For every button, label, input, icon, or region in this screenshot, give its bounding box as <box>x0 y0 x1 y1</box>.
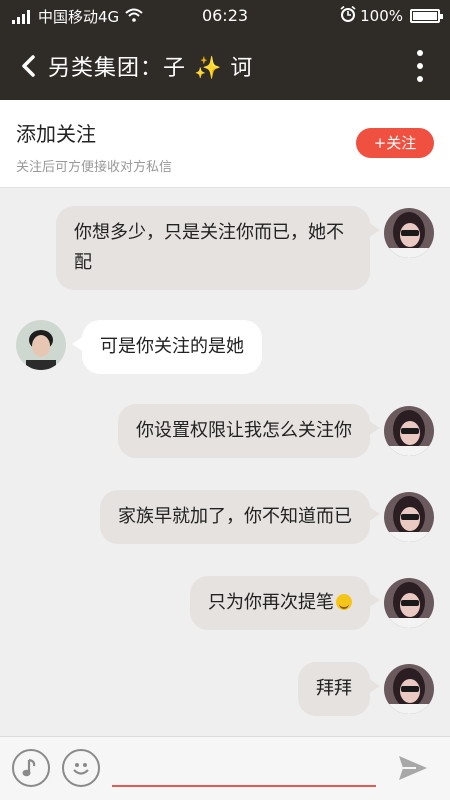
more-vertical-icon <box>417 50 423 82</box>
message-bubble[interactable]: 拜拜 <box>298 662 380 716</box>
message-bubble[interactable]: 你设置权限让我怎么关注你 <box>118 404 380 458</box>
battery-fill <box>413 12 437 20</box>
input-bar <box>0 736 450 800</box>
follow-button[interactable]: +关注 <box>356 128 434 158</box>
avatar[interactable] <box>384 406 434 456</box>
message-bubble[interactable]: 只为你再次提笔 <box>190 576 380 630</box>
title-bar: 另类集团：子 ✨ 诃 <box>0 32 450 100</box>
status-right: 100% <box>340 5 443 26</box>
back-arrow-icon <box>22 55 35 77</box>
message-item: 你设置权限让我怎么关注你 <box>0 386 450 458</box>
message-item: 只为你再次提笔 <box>0 558 450 630</box>
chat-title: 另类集团：子 ✨ 诃 <box>48 56 254 81</box>
back-button[interactable] <box>18 52 40 80</box>
music-note-icon <box>22 758 36 777</box>
follow-panel: 添加关注 关注后可方便接收对方私信 +关注 <box>0 100 450 188</box>
status-bar: 中国移动4G 06:23 100% <box>0 0 450 32</box>
send-button[interactable] <box>396 751 430 785</box>
message-list: 你想多少，只是关注你而已，她不配 可是你关注的是她 你设置权限让我怎么关注你 家… <box>0 188 450 736</box>
message-item: 可是你关注的是她 <box>0 188 450 388</box>
message-text: 只为你再次提笔 <box>208 592 334 613</box>
smiley-icon <box>73 763 89 775</box>
more-options-button[interactable] <box>414 50 426 82</box>
avatar[interactable] <box>384 664 434 714</box>
battery-percent: 100% <box>360 7 403 25</box>
battery-icon <box>410 9 443 23</box>
message-item: 家族早就加了，你不知道而已 <box>0 472 450 544</box>
emoji-button[interactable] <box>62 749 100 787</box>
follow-subtitle: 关注后可方便接收对方私信 <box>16 160 173 175</box>
smile-emoji-icon <box>336 594 352 610</box>
voice-button[interactable] <box>12 749 50 787</box>
message-bubble[interactable]: 可是你关注的是她 <box>72 320 262 374</box>
message-bubble[interactable]: 家族早就加了，你不知道而已 <box>100 490 380 544</box>
alarm-icon <box>340 5 356 26</box>
avatar[interactable] <box>384 578 434 628</box>
avatar[interactable] <box>16 320 66 370</box>
follow-title: 添加关注 <box>16 122 96 146</box>
message-item: 拜拜 <box>0 644 450 716</box>
avatar[interactable] <box>384 492 434 542</box>
send-icon <box>399 756 427 780</box>
message-input[interactable] <box>112 751 376 787</box>
